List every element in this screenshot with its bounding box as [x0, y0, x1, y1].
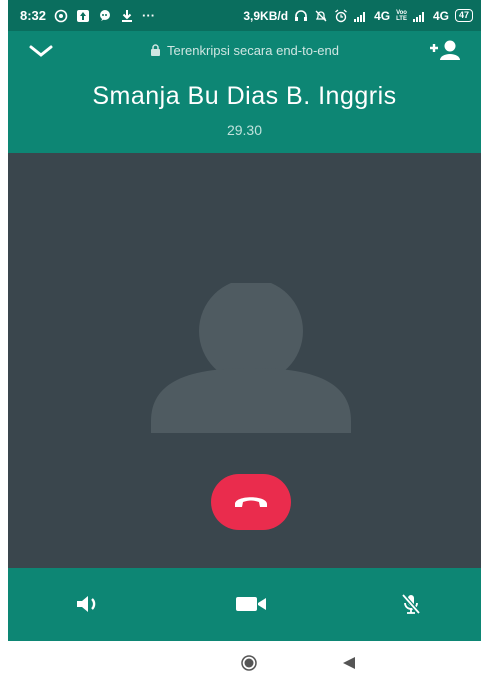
call-video-area	[8, 153, 481, 568]
home-icon[interactable]	[241, 655, 257, 671]
speaker-icon	[77, 596, 96, 612]
add-person-icon	[430, 40, 460, 60]
status-time: 8:32	[20, 8, 47, 23]
speaker-button[interactable]	[72, 590, 104, 618]
download-icon	[122, 9, 133, 22]
end-call-button[interactable]	[211, 474, 291, 530]
avatar-placeholder-icon	[151, 283, 351, 433]
call-header: Terenkripsi secara end-to-end Smanja Bu …	[8, 31, 481, 153]
chat-icon	[100, 9, 111, 21]
notification-icons: ···	[54, 8, 155, 23]
end-call-icon	[235, 497, 267, 507]
network-type-1: 4G	[374, 8, 391, 23]
signal-icon	[354, 11, 366, 22]
call-timer: 29.30	[226, 122, 263, 138]
whatsapp-icon	[54, 9, 68, 22]
call-controls	[8, 568, 481, 641]
status-bar: 8:32 ··· 3,9KB/d 4G Voo LTE 4G 47	[8, 0, 481, 31]
encryption-notice: Terenkripsi secara end-to-end	[8, 43, 481, 58]
mute-notification-icon	[315, 10, 327, 21]
video-button[interactable]	[235, 590, 267, 618]
mute-button[interactable]	[395, 590, 427, 618]
video-camera-icon	[236, 597, 266, 611]
contact-name: Smanja Bu Dias B. Inggris	[92, 82, 397, 110]
encryption-text: Terenkripsi secara end-to-end	[167, 43, 339, 58]
network-type-2: 4G	[432, 8, 449, 23]
back-icon[interactable]	[342, 657, 356, 669]
alarm-icon	[335, 8, 347, 22]
add-participant-button[interactable]	[429, 39, 463, 61]
system-nav-bar	[0, 641, 489, 683]
lock-icon	[151, 44, 160, 56]
upload-icon	[77, 9, 90, 22]
volte-badge: Voo LTE	[396, 9, 407, 22]
signal-icon-2	[412, 11, 424, 22]
more-notifications: ···	[142, 8, 156, 23]
status-right: 3,9KB/d 4G Voo LTE 4G 47	[243, 9, 473, 23]
mic-off-icon	[401, 593, 421, 615]
network-speed: 3,9KB/d	[243, 8, 289, 23]
battery-indicator: 47	[454, 9, 473, 22]
headset-icon	[295, 9, 308, 21]
